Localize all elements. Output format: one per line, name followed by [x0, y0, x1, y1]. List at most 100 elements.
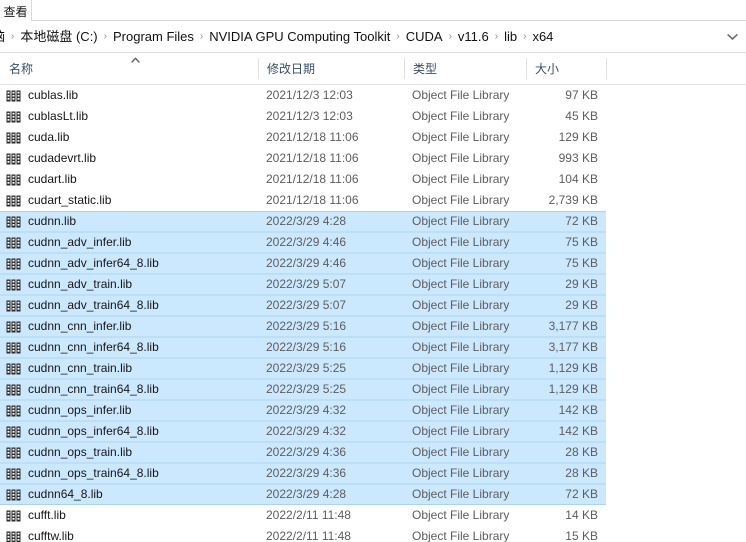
file-row[interactable]: cudnn_ops_infer64_8.lib 2022/3/29 4:32 Obj… [0, 421, 746, 442]
library-icon [6, 321, 21, 332]
file-row[interactable]: cudart_static.lib 2021/12/18 11:06 Object … [0, 190, 746, 211]
file-row[interactable]: cudnn_ops_train.lib 2022/3/29 4:36 Object … [0, 442, 746, 463]
file-name-cell[interactable]: cudnn_adv_infer.lib [6, 232, 256, 253]
file-name-cell[interactable]: cudnn64_8.lib [6, 484, 256, 505]
library-icon [6, 531, 21, 542]
file-name-label: cudart.lib [28, 172, 77, 186]
library-icon [6, 384, 21, 395]
file-list[interactable]: cublas.lib 2021/12/3 12:03 Object File Lib… [0, 85, 746, 542]
file-row[interactable]: cudnn_cnn_train.lib 2022/3/29 5:25 Object … [0, 358, 746, 379]
address-bar[interactable]: 脑›本地磁盘 (C:)›Program Files›NVIDIA GPU Com… [0, 21, 746, 53]
file-row[interactable]: cudnn_adv_train64_8.lib 2022/3/29 5:07 Obj… [0, 295, 746, 316]
file-name-cell[interactable]: cudnn_ops_train64_8.lib [6, 463, 256, 484]
file-size-cell: 72 KB [565, 214, 598, 228]
library-icon [6, 90, 21, 101]
file-row[interactable]: cufftw.lib 2022/2/11 11:48 Object File Lib… [0, 526, 746, 542]
file-type-cell: Object File Library [412, 445, 510, 459]
file-row[interactable]: cudnn_adv_infer64_8.lib 2022/3/29 4:46 Obj… [0, 253, 746, 274]
library-icon [6, 300, 21, 311]
address-history-dropdown-button[interactable] [718, 33, 746, 41]
file-type-cell: Object File Library [412, 382, 510, 396]
file-type-cell: Object File Library [412, 193, 510, 207]
file-row[interactable]: cudnn_cnn_train64_8.lib 2022/3/29 5:25 Obj… [0, 379, 746, 400]
file-name-cell[interactable]: cufft.lib [6, 505, 256, 526]
file-row[interactable]: cudadevrt.lib 2021/12/18 11:06 Object File… [0, 148, 746, 169]
file-size-cell: 28 KB [565, 445, 598, 459]
file-size-cell: 97 KB [565, 88, 598, 102]
file-name-label: cudnn_cnn_infer64_8.lib [28, 340, 159, 354]
file-row[interactable]: cudnn64_8.lib 2022/3/29 4:28 Object File L… [0, 484, 746, 505]
file-row[interactable]: cudnn.lib 2022/3/29 4:28 Object File Libra… [0, 211, 746, 232]
breadcrumb-item[interactable]: CUDA [401, 27, 448, 47]
file-size-cell: 2,739 KB [548, 193, 598, 207]
file-name-cell[interactable]: cudart_static.lib [6, 190, 256, 211]
breadcrumb-item[interactable]: v11.6 [453, 27, 494, 47]
chevron-down-icon [726, 33, 738, 40]
file-row[interactable]: cublasLt.lib 2021/12/3 12:03 Object File L… [0, 106, 746, 127]
file-row[interactable]: cudnn_cnn_infer64_8.lib 2022/3/29 5:16 Obj… [0, 337, 746, 358]
file-name-cell[interactable]: cudnn_adv_train64_8.lib [6, 295, 256, 316]
column-header-row: 名称 修改日期 类型 大小 [0, 53, 746, 85]
file-type-cell: Object File Library [412, 529, 510, 542]
tab-view[interactable]: 查看 [0, 0, 32, 21]
file-name-cell[interactable]: cudnn_cnn_train64_8.lib [6, 379, 256, 400]
file-name-cell[interactable]: cudnn_cnn_infer.lib [6, 316, 256, 337]
breadcrumb[interactable]: 脑›本地磁盘 (C:)›Program Files›NVIDIA GPU Com… [0, 27, 718, 47]
file-type-cell: Object File Library [412, 487, 510, 501]
file-name-cell[interactable]: cudnn_cnn_train.lib [6, 358, 256, 379]
file-size-cell: 45 KB [565, 109, 598, 123]
file-row[interactable]: cufft.lib 2022/2/11 11:48 Object File Libr… [0, 505, 746, 526]
breadcrumb-item[interactable]: 脑 [0, 27, 10, 47]
file-size-cell: 142 KB [558, 424, 598, 438]
file-row[interactable]: cudnn_ops_train64_8.lib 2022/3/29 4:36 Obj… [0, 463, 746, 484]
file-name-cell[interactable]: cublas.lib [6, 85, 256, 106]
file-row[interactable]: cudart.lib 2021/12/18 11:06 Object File Li… [0, 169, 746, 190]
breadcrumb-item[interactable]: NVIDIA GPU Computing Toolkit [204, 27, 395, 47]
file-name-cell[interactable]: cudart.lib [6, 169, 256, 190]
file-row[interactable]: cudnn_adv_infer.lib 2022/3/29 4:46 Object … [0, 232, 746, 253]
file-type-cell: Object File Library [412, 319, 510, 333]
file-name-cell[interactable]: cudnn.lib [6, 211, 256, 232]
file-row[interactable]: cublas.lib 2021/12/3 12:03 Object File Lib… [0, 85, 746, 106]
file-row[interactable]: cudnn_cnn_infer.lib 2022/3/29 5:16 Object … [0, 316, 746, 337]
file-date-modified-cell: 2021/12/18 11:06 [266, 151, 359, 165]
file-row[interactable]: cudnn_ops_infer.lib 2022/3/29 4:32 Object … [0, 400, 746, 421]
file-type-cell: Object File Library [412, 151, 510, 165]
file-name-cell[interactable]: cufftw.lib [6, 526, 256, 542]
file-name-label: cudnn_ops_train64_8.lib [28, 466, 159, 480]
file-name-cell[interactable]: cudnn_adv_infer64_8.lib [6, 253, 256, 274]
file-type-cell: Object File Library [412, 424, 510, 438]
file-name-cell[interactable]: cudnn_cnn_infer64_8.lib [6, 337, 256, 358]
breadcrumb-item[interactable]: x64 [527, 27, 558, 47]
file-name-cell[interactable]: cudnn_ops_train.lib [6, 442, 256, 463]
file-name-cell[interactable]: cublasLt.lib [6, 106, 256, 127]
file-date-modified-cell: 2021/12/18 11:06 [266, 193, 359, 207]
file-name-cell[interactable]: cuda.lib [6, 127, 256, 148]
file-date-modified-cell: 2021/12/18 11:06 [266, 172, 359, 186]
file-date-modified-cell: 2022/3/29 4:36 [266, 445, 347, 459]
library-icon [6, 489, 21, 500]
breadcrumb-item[interactable]: lib [499, 27, 522, 47]
file-row[interactable]: cuda.lib 2021/12/18 11:06 Object File Libr… [0, 127, 746, 148]
library-icon [6, 279, 21, 290]
file-name-cell[interactable]: cudadevrt.lib [6, 148, 256, 169]
column-header-type[interactable]: 类型 [404, 53, 526, 84]
file-date-modified-cell: 2022/2/11 11:48 [266, 508, 351, 522]
column-header-size[interactable]: 大小 [526, 53, 606, 84]
file-size-cell: 14 KB [565, 508, 598, 522]
column-header-name[interactable]: 名称 [0, 53, 258, 84]
sort-ascending-icon [131, 57, 140, 64]
file-row[interactable]: cudnn_adv_train.lib 2022/3/29 5:07 Object … [0, 274, 746, 295]
file-name-cell[interactable]: cudnn_adv_train.lib [6, 274, 256, 295]
file-name-cell[interactable]: cudnn_ops_infer64_8.lib [6, 421, 256, 442]
file-name-label: cudnn_cnn_train64_8.lib [28, 382, 159, 396]
column-divider-4[interactable] [606, 58, 607, 79]
breadcrumb-item[interactable]: 本地磁盘 (C:) [15, 27, 102, 47]
file-name-cell[interactable]: cudnn_ops_infer.lib [6, 400, 256, 421]
column-header-date-modified[interactable]: 修改日期 [258, 53, 404, 84]
file-size-cell: 72 KB [565, 487, 598, 501]
file-name-label: cudnn_adv_train64_8.lib [28, 298, 159, 312]
breadcrumb-item[interactable]: Program Files [108, 27, 199, 47]
file-type-cell: Object File Library [412, 109, 510, 123]
library-icon [6, 111, 21, 122]
